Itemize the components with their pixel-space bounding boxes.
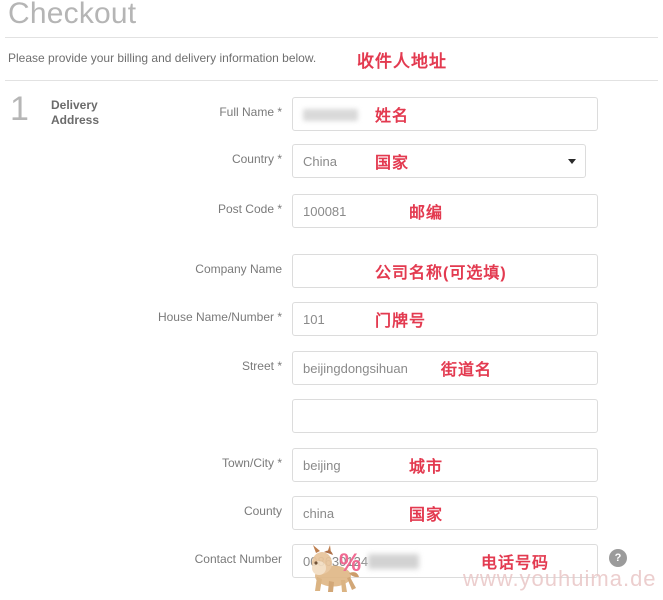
select-country-value: China (303, 154, 337, 169)
watermark-url: www.youhuima.de (463, 566, 657, 591)
question-mark-icon[interactable]: ? (609, 549, 627, 567)
input-post-code-value: 100081 (303, 204, 347, 219)
input-company-name[interactable] (292, 254, 598, 288)
select-country[interactable]: China (292, 144, 586, 178)
label-county: County (243, 504, 282, 518)
input-street-line-2[interactable] (292, 399, 598, 433)
contact-number-redacted: 5678901 (368, 554, 419, 569)
form-row-street-line-2 (0, 399, 663, 433)
form-row-country: Country * China 国家 (0, 144, 663, 178)
page-title: Checkout (8, 0, 137, 30)
horse-percent-mascot-icon: % (312, 545, 361, 592)
label-country: Country * (231, 152, 282, 166)
label-contact-number: Contact Number (194, 552, 282, 566)
chevron-down-icon[interactable] (568, 159, 576, 164)
intro-annotation: 收件人地址 (357, 52, 447, 71)
form-row-house-number: House Name/Number * 101 门牌号 (0, 302, 663, 336)
label-town-city: Town/City * (221, 456, 282, 470)
input-street[interactable]: beijingdongsihuan (292, 351, 598, 385)
input-post-code[interactable]: 100081 (292, 194, 598, 228)
input-house-number[interactable]: 101 (292, 302, 598, 336)
label-post-code: Post Code * (217, 202, 282, 216)
form-row-post-code: Post Code * 100081 邮编 (0, 194, 663, 228)
header-divider-bottom (5, 80, 658, 81)
input-full-name[interactable]: Xxx xxxx (292, 97, 598, 131)
label-house-number: House Name/Number * (157, 310, 282, 324)
form-row-town-city: Town/City * beijing 城市 (0, 448, 663, 482)
input-street-value: beijingdongsihuan (303, 361, 408, 376)
input-town-city-value: beijing (303, 458, 341, 473)
label-full-name: Full Name * (219, 105, 282, 119)
form-row-full-name: Full Name * Xxx xxxx 姓名 (0, 97, 663, 131)
label-company-name: Company Name (195, 262, 282, 276)
form-row-company-name: Company Name 公司名称(可选填) (0, 254, 663, 288)
form-row-county: County china 国家 (0, 496, 663, 530)
label-street: Street * (241, 359, 282, 373)
header-divider-top (5, 37, 658, 38)
input-house-number-value: 101 (303, 312, 325, 327)
form-row-street: Street * beijingdongsihuan 街道名 (0, 351, 663, 385)
input-town-city[interactable]: beijing (292, 448, 598, 482)
input-county-value: china (303, 506, 335, 521)
input-full-name-value: Xxx xxxx (303, 109, 359, 121)
intro-text: Please provide your billing and delivery… (8, 51, 317, 65)
svg-text:%: % (339, 549, 361, 577)
input-county[interactable]: china (292, 496, 598, 530)
